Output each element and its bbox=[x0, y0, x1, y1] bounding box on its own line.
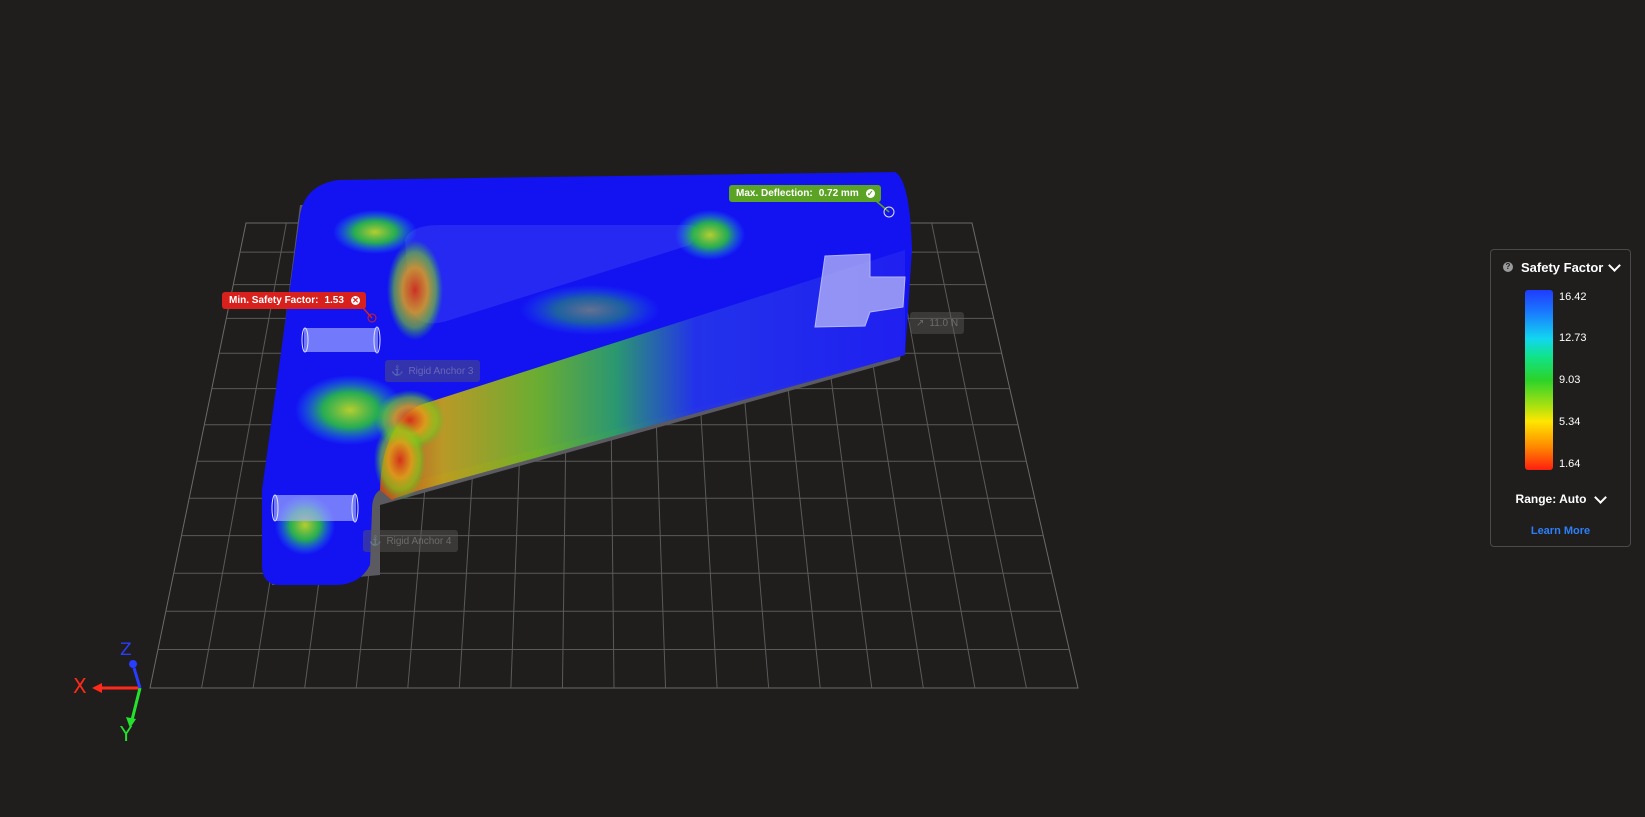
anchor-tag-label: Rigid Anchor 3 bbox=[408, 365, 474, 377]
min-safety-value: 1.53 bbox=[324, 295, 344, 306]
z-axis-label: Z bbox=[120, 640, 132, 660]
legend-tick: 12.73 bbox=[1559, 332, 1587, 344]
legend-header[interactable]: ? Safety Factor bbox=[1503, 257, 1621, 277]
legend-tick: 16.42 bbox=[1559, 291, 1587, 303]
stress-region bbox=[675, 210, 745, 260]
stress-region bbox=[387, 240, 443, 340]
legend-tick: 1.64 bbox=[1559, 458, 1581, 470]
max-deflection-value: 0.72 mm bbox=[818, 188, 859, 199]
z-axis-tip bbox=[129, 660, 137, 668]
y-axis-label: Y bbox=[120, 722, 133, 746]
stress-region bbox=[520, 285, 660, 335]
anchor-icon: ⚓ bbox=[391, 365, 404, 377]
safety-factor-colorbar bbox=[1525, 290, 1553, 470]
fea-scene bbox=[92, 172, 1079, 728]
range-label: Range: Auto bbox=[1515, 492, 1587, 506]
chevron-down-icon[interactable] bbox=[1608, 259, 1621, 272]
x-circle-icon: ✕ bbox=[350, 296, 360, 305]
min-safety-callout[interactable]: Min. Safety Factor: 1.53 ✕ bbox=[222, 292, 366, 309]
max-deflection-label: Max. Deflection: bbox=[736, 188, 813, 199]
simulation-viewport[interactable]: Min. Safety Factor: 1.53 ✕ Max. Deflecti… bbox=[0, 0, 1645, 817]
anchor-tag[interactable]: ⚓ Rigid Anchor 3 bbox=[385, 360, 480, 382]
force-tag-label: 11.0 N bbox=[929, 317, 959, 329]
x-axis-arrow bbox=[92, 683, 102, 693]
stress-region bbox=[374, 420, 426, 500]
learn-more-link[interactable]: Learn More bbox=[1491, 525, 1630, 537]
anchor-tag[interactable]: ⚓ Rigid Anchor 4 bbox=[363, 530, 458, 552]
min-safety-label: Min. Safety Factor: bbox=[229, 295, 319, 306]
legend-tick: 9.03 bbox=[1559, 374, 1581, 386]
x-axis-label: X bbox=[73, 674, 87, 698]
anchor-icon: ⚓ bbox=[369, 535, 382, 547]
force-tag[interactable]: ↗ 11.0 N bbox=[910, 312, 965, 334]
z-axis-line bbox=[132, 667, 142, 689]
question-icon[interactable]: ? bbox=[1503, 262, 1513, 272]
anchor-pin bbox=[301, 326, 381, 354]
grid-line bbox=[931, 222, 1027, 689]
y-axis-line bbox=[130, 687, 142, 721]
legend-tick: 5.34 bbox=[1559, 416, 1581, 428]
results-legend-panel: ? Safety Factor 16.42 12.73 9.03 5.34 1.… bbox=[1490, 249, 1631, 547]
legend-title: Safety Factor bbox=[1521, 259, 1604, 275]
chevron-down-icon bbox=[1594, 490, 1608, 504]
bracket-part bbox=[262, 172, 912, 585]
axis-triad bbox=[92, 660, 142, 728]
force-arrow-icon: ↗ bbox=[916, 317, 925, 329]
anchor-pin bbox=[271, 493, 359, 523]
max-deflection-callout[interactable]: Max. Deflection: 0.72 mm ✓ bbox=[729, 185, 881, 202]
check-circle-icon: ✓ bbox=[865, 189, 875, 198]
range-dropdown[interactable]: Range: Auto bbox=[1491, 490, 1630, 506]
anchor-tag-label: Rigid Anchor 4 bbox=[386, 535, 452, 547]
